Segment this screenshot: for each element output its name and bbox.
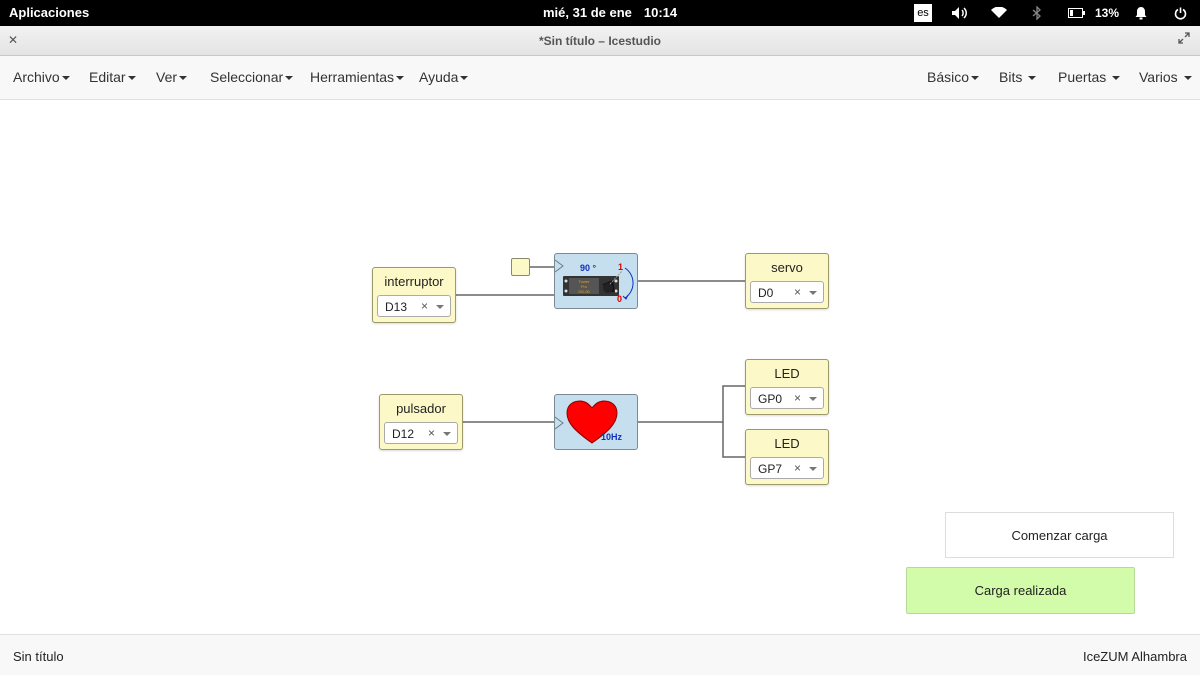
wire-heart-led2 [722,422,745,458]
battery-percentage: 13% [1094,6,1120,20]
window-title: *Sin título – Icestudio [538,34,661,48]
applications-menu[interactable]: Aplicaciones [9,5,89,20]
date-label: mié, 31 de ene [543,5,632,20]
caret-down-icon [460,76,469,81]
start-upload-button[interactable]: Comenzar carga [945,512,1174,558]
project-name: Sin título [13,649,64,664]
caret-down-icon [61,76,70,81]
menu-label: Puertas [1058,69,1107,85]
clock[interactable]: mié, 31 de ene 10:14 [543,5,677,20]
menu-ver[interactable]: Ver [156,69,188,85]
bluetooth-icon[interactable] [1030,0,1044,26]
menu-ayuda[interactable]: Ayuda [419,69,469,85]
pin-select[interactable]: D12 × [384,422,458,444]
clear-icon[interactable]: × [794,461,801,475]
caret-down-icon [1183,76,1192,81]
menu-seleccionar[interactable]: Seleccionar [210,69,294,85]
dropdown-arrow-icon[interactable] [443,432,451,436]
servo-block[interactable]: 90 ° 1 0 Tower Pro SG-90 [554,253,638,309]
menu-label: Varios [1139,69,1178,85]
dropdown-arrow-icon[interactable] [809,467,817,471]
caret-down-icon [127,76,136,81]
menu-archivo[interactable]: Archivo [13,69,70,85]
volume-icon[interactable] [950,0,970,26]
menu-label: Bits [999,69,1023,85]
caret-down-icon [179,76,188,81]
dropdown-arrow-icon[interactable] [809,291,817,295]
block-label: LED [774,436,800,451]
heartbeat-block[interactable]: 10Hz [554,394,638,450]
heart-frequency: 10Hz [601,432,623,442]
clear-icon[interactable]: × [794,391,801,405]
battery-icon[interactable] [1067,0,1087,26]
pin-select[interactable]: D0 × [750,281,824,303]
block-label: pulsador [396,401,446,416]
clear-icon[interactable]: × [428,426,435,440]
menu-label: Básico [927,69,970,85]
menu-label: Archivo [13,69,60,85]
pin-select[interactable]: GP7 × [750,457,824,479]
servo-angle: 90 ° [580,263,597,273]
menu-puertas[interactable]: Puertas [1058,69,1121,85]
clear-icon[interactable]: × [794,285,801,299]
pin-value: D12 [392,427,415,441]
pin-select[interactable]: D13 × [377,295,451,317]
menu-bits[interactable]: Bits [999,69,1037,85]
notifications-icon[interactable] [1134,0,1148,26]
circuit-canvas[interactable]: interruptor D13 × 90 ° 1 0 Tower Pro SG-… [0,101,1200,634]
dropdown-arrow-icon[interactable] [436,305,444,309]
caret-down-icon [285,76,294,81]
block-label: servo [771,260,803,275]
servo-mark-high: 1 [618,262,623,272]
keyboard-layout-indicator[interactable]: es [914,4,932,22]
menu-label: Ayuda [419,69,459,85]
dropdown-arrow-icon[interactable] [809,397,817,401]
wire-heart-leds [638,385,745,423]
menu-label: Seleccionar [210,69,284,85]
menu-label: Editar [89,69,126,85]
pin-value: D0 [758,286,774,300]
board-name[interactable]: IceZUM Alhambra [1083,649,1187,664]
servo-chip-line-3: SG-90 [578,289,590,294]
heart-icon: 10Hz [554,400,623,444]
restore-window-icon[interactable] [1178,32,1190,47]
status-bar: Sin título IceZUM Alhambra [0,634,1200,675]
pin-value: GP0 [758,392,783,406]
menubar: Archivo Editar Ver Seleccionar Herramien… [0,56,1200,100]
menu-label: Herramientas [310,69,395,85]
pin-value: D13 [385,300,408,314]
time-label: 10:14 [643,5,678,20]
output-block-led-2[interactable]: LED GP7 × [745,429,829,485]
caret-down-icon [1028,76,1037,81]
caret-down-icon [1112,76,1121,81]
menu-varios[interactable]: Varios [1139,69,1192,85]
output-block-servo[interactable]: servo D0 × [745,253,829,309]
block-label: LED [774,366,800,381]
menu-basico[interactable]: Básico [927,69,980,85]
menu-label: Ver [156,69,178,85]
pin-select[interactable]: GP0 × [750,387,824,409]
input-block-pulsador[interactable]: pulsador D12 × [379,394,463,450]
constant-block[interactable] [511,258,530,276]
window-title-bar: ✕ *Sin título – Icestudio [0,26,1200,56]
menu-editar[interactable]: Editar [89,69,136,85]
power-icon[interactable] [1173,0,1187,26]
caret-down-icon [396,76,405,81]
input-block-interruptor[interactable]: interruptor D13 × [372,267,456,323]
caret-down-icon [971,76,980,81]
system-top-bar: Aplicaciones mié, 31 de ene 10:14 es 13% [0,0,1200,26]
servo-icon: 90 ° 1 0 Tower Pro SG-90 [554,259,634,304]
wifi-icon[interactable] [989,0,1009,26]
upload-done-notification[interactable]: Carga realizada [906,567,1135,614]
menu-herramientas[interactable]: Herramientas [310,69,405,85]
clear-icon[interactable]: × [421,299,428,313]
pin-value: GP7 [758,462,783,476]
output-block-led-1[interactable]: LED GP0 × [745,359,829,415]
block-label: interruptor [384,274,444,289]
